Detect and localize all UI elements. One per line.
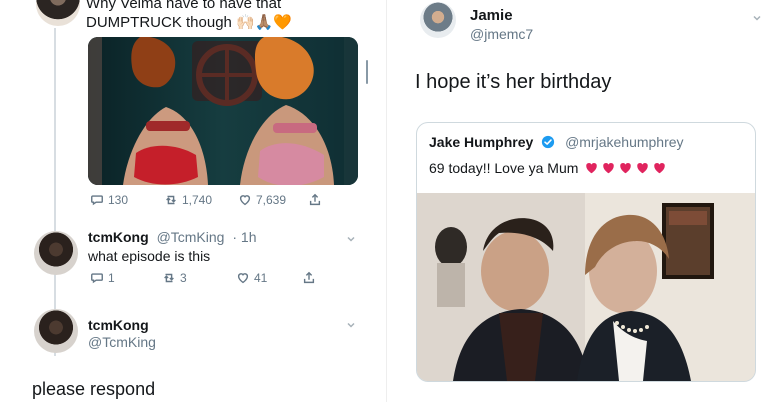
reply2-menu-button[interactable] <box>346 317 356 328</box>
quoted-tweet-card[interactable]: Jake Humphrey @mrjakehumphrey 69 today!!… <box>416 122 756 382</box>
reply-text: what episode is this <box>88 248 211 264</box>
tweet-media-image[interactable] <box>88 37 358 185</box>
heart-icon <box>637 163 649 174</box>
original-author-avatar[interactable] <box>36 0 80 26</box>
share-icon <box>303 271 315 284</box>
panel-divider <box>386 0 387 402</box>
like-button[interactable]: 7,639 <box>238 193 286 207</box>
share-icon <box>309 193 321 206</box>
right-tweet-panel: Jamie @jmemc7 I hope it’s her birthday J… <box>388 0 768 402</box>
reply-author-name[interactable]: tcmKong <box>88 229 149 245</box>
retweet-count: 1,740 <box>182 193 213 207</box>
reply-share-button[interactable] <box>302 271 316 285</box>
heart-icon <box>654 163 666 174</box>
thread-line <box>54 28 56 356</box>
original-tweet-text: Why Velma have to have that DUMPTRUCK th… <box>86 0 356 32</box>
retweet-button[interactable]: 1,740 <box>164 193 212 207</box>
heart-emojis <box>584 161 667 175</box>
reply-retweet-button[interactable]: 3 <box>162 271 187 285</box>
original-tweet-actions: 130 1,740 7,639 <box>90 193 340 211</box>
heart-icon <box>586 163 598 174</box>
screenshot-root: Why Velma have to have that DUMPTRUCK th… <box>0 0 768 402</box>
reply-icon <box>91 195 103 206</box>
reply-like-button[interactable]: 41 <box>236 271 267 285</box>
left-thread-panel: Why Velma have to have that DUMPTRUCK th… <box>0 0 380 402</box>
reply-retweet-count: 3 <box>180 271 187 285</box>
reply-like-count: 41 <box>254 271 268 285</box>
reply2-text: please respond <box>32 379 156 399</box>
chevron-down-icon <box>347 236 355 242</box>
selfie-photo <box>417 193 755 381</box>
jamie-avatar[interactable] <box>420 2 456 38</box>
like-count: 7,639 <box>256 193 287 207</box>
quoted-tweet-text-row: 69 today!! Love ya Mum <box>429 159 667 177</box>
reply2-header: tcmKong <box>88 317 149 333</box>
reply-icon <box>91 273 103 284</box>
reply-actions: 1 3 41 <box>90 271 340 289</box>
jamie-menu-button[interactable] <box>752 10 762 21</box>
share-button[interactable] <box>308 193 322 207</box>
reply-reply-button[interactable]: 1 <box>90 271 115 285</box>
retweet-icon <box>164 273 174 283</box>
scrollbar-thumb[interactable] <box>366 60 368 84</box>
chevron-down-icon <box>347 322 355 328</box>
reply-count: 130 <box>108 193 129 207</box>
retweet-icon <box>166 195 176 205</box>
reply-reply-count: 1 <box>108 271 115 285</box>
verified-badge-icon <box>542 135 555 149</box>
quoted-author-name[interactable]: Jake Humphrey <box>429 134 533 150</box>
jamie-handle[interactable]: @jmemc7 <box>470 26 533 42</box>
reply-avatar[interactable] <box>34 231 78 275</box>
reply2-author-name[interactable]: tcmKong <box>88 317 149 333</box>
cartoon-illustration <box>88 37 358 185</box>
heart-outline-icon <box>237 273 249 284</box>
reply-button[interactable]: 130 <box>90 193 128 207</box>
reply-header: tcmKong @TcmKing · 1h <box>88 229 256 245</box>
reply2-author-handle[interactable]: @TcmKing <box>88 333 156 351</box>
quoted-author-handle[interactable]: @mrjakehumphrey <box>565 134 683 150</box>
heart-icon <box>620 163 632 174</box>
jamie-name[interactable]: Jamie <box>470 7 513 24</box>
heart-outline-icon <box>239 195 251 206</box>
original-tweet-emoji: 🙌🏻🙏🏽🧡 <box>236 14 293 31</box>
heart-icon <box>603 163 615 174</box>
quoted-tweet-text: 69 today!! Love ya Mum <box>429 160 579 176</box>
quoted-tweet-header: Jake Humphrey @mrjakehumphrey <box>429 133 684 151</box>
quoted-tweet-photo[interactable] <box>417 193 755 381</box>
chevron-down-icon <box>753 15 761 21</box>
reply-author-handle[interactable]: @TcmKing <box>157 229 225 245</box>
reply-menu-button[interactable] <box>346 231 356 242</box>
jamie-tweet-text: I hope it’s her birthday <box>415 71 612 93</box>
reply-time: · 1h <box>232 229 257 245</box>
reply-avatar-second[interactable] <box>34 309 78 353</box>
